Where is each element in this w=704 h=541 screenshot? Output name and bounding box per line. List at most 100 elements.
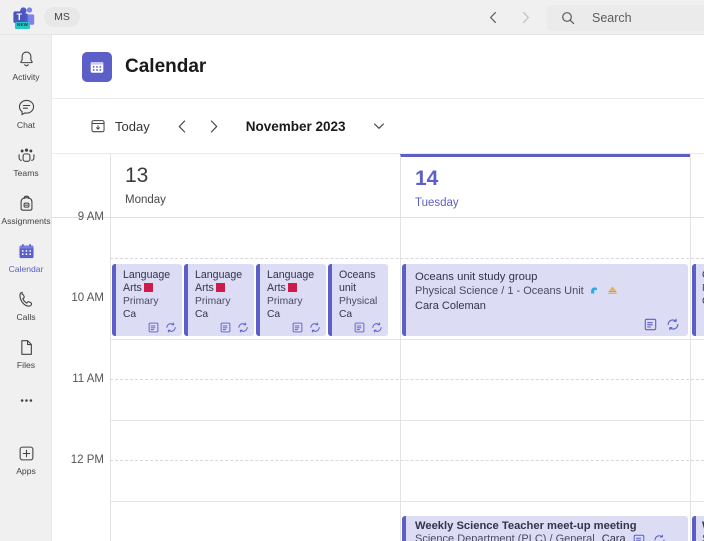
sidebar-item-chat[interactable]: Chat	[0, 89, 52, 137]
forward-button[interactable]	[516, 9, 534, 27]
sidebar-label-calendar: Calendar	[8, 263, 44, 274]
event-subtitle: Primary	[123, 296, 159, 307]
people-icon	[15, 145, 37, 167]
event-title: Oceans unit study group	[415, 271, 538, 283]
notes-icon[interactable]	[633, 534, 645, 541]
day-name: Tuesday	[415, 197, 459, 209]
half-hour-line	[110, 460, 704, 461]
sidebar-label-files: Files	[16, 359, 36, 370]
calendar-app-icon	[82, 51, 112, 82]
sidebar-item-calls[interactable]: Calls	[0, 281, 52, 329]
recurring-icon[interactable]	[237, 322, 249, 333]
beach-icon	[607, 285, 618, 296]
event-icons	[220, 322, 249, 333]
month-label: November 2023	[245, 118, 346, 134]
sidebar-item-teams[interactable]: Teams	[0, 137, 52, 185]
day-header-tuesday[interactable]: 14 Tuesday	[400, 154, 690, 218]
event-organizer: Ca	[195, 309, 209, 320]
hour-line	[110, 501, 704, 502]
sidebar-item-calendar[interactable]: Calendar	[0, 233, 52, 281]
notes-icon[interactable]	[644, 318, 657, 331]
calendar-content: Calendar Today November 2023 13 Monday 1…	[52, 35, 704, 541]
calendar-body: 9 AM 10 AM 11 AM 12 PM Language Arts Pri…	[52, 211, 704, 541]
month-picker-button[interactable]	[372, 119, 386, 133]
account-initials-label: MS	[54, 11, 70, 23]
month-navigation: November 2023	[175, 119, 386, 134]
calendar-event[interactable]: Weekly Science Teacher meet-up meeting S…	[402, 516, 688, 541]
bell-icon	[15, 49, 37, 71]
back-button[interactable]	[484, 9, 502, 27]
event-icons	[633, 534, 666, 541]
recurring-icon[interactable]	[309, 322, 321, 333]
notes-icon[interactable]	[220, 322, 231, 333]
red-square-icon	[143, 283, 153, 292]
sidebar-item-apps[interactable]: Apps	[0, 435, 52, 483]
calendar-event[interactable]: W S	[692, 516, 704, 541]
calendar-event[interactable]: Language Arts Primary Ca	[112, 264, 182, 336]
calendar-icon	[15, 241, 37, 263]
sidebar-item-more[interactable]	[0, 377, 52, 425]
chevron-left-icon	[489, 12, 496, 23]
day-header-strip: 13 Monday 14 Tuesday W	[52, 154, 704, 218]
page-title: Calendar	[125, 55, 207, 77]
svg-text:T: T	[16, 12, 22, 22]
event-organizer: Ca	[267, 309, 281, 320]
calendar-grid: 13 Monday 14 Tuesday W	[52, 154, 704, 541]
sidebar-label-teams: Teams	[13, 167, 39, 178]
chevron-right-icon	[210, 119, 218, 133]
event-icons	[644, 318, 680, 331]
calendar-event[interactable]: Language Arts Primary Ca	[256, 264, 326, 336]
recurring-icon[interactable]	[666, 318, 680, 331]
time-label: 9 AM	[77, 211, 104, 223]
event-subtitle: Science Department (PLC) / General	[415, 533, 595, 541]
recurring-icon[interactable]	[165, 322, 177, 333]
sidebar-label-activity: Activity	[12, 71, 40, 82]
event-title: Oceans unit	[339, 269, 376, 294]
recurring-icon[interactable]	[371, 322, 383, 333]
day-name: Monday	[125, 194, 166, 206]
account-initials-pill[interactable]: MS	[44, 7, 80, 27]
chat-icon	[15, 97, 37, 119]
day-number: 14	[415, 167, 439, 190]
day-header-wednesday[interactable]: W	[690, 154, 704, 218]
recurring-icon[interactable]	[653, 534, 666, 541]
today-icon	[91, 120, 105, 133]
time-label: 12 PM	[70, 454, 104, 466]
sidebar-label-apps: Apps	[16, 465, 36, 476]
new-badge: NEW	[15, 22, 31, 29]
today-button[interactable]: Today	[90, 118, 150, 134]
backpack-icon	[15, 193, 37, 215]
app-rail: Activity Chat Teams Assignments Calendar…	[0, 35, 52, 541]
event-subtitle: Primary	[195, 296, 231, 307]
day-header-monday[interactable]: 13 Monday	[110, 154, 400, 218]
event-subtitle: Physical	[339, 296, 378, 307]
calendar-toolbar: Today November 2023	[52, 99, 704, 154]
event-organizer: Cara	[601, 533, 626, 541]
day-number: 13	[125, 164, 149, 187]
phone-icon	[15, 289, 37, 311]
sidebar-item-files[interactable]: Files	[0, 329, 52, 377]
sidebar-item-activity[interactable]: Activity	[0, 41, 52, 89]
search-bar[interactable]: Search	[547, 5, 704, 31]
notes-icon[interactable]	[292, 322, 303, 333]
event-icons	[354, 322, 383, 333]
event-subtitle: Physical Science / 1 - Oceans Unit	[415, 285, 584, 297]
next-month-button[interactable]	[206, 119, 221, 134]
sidebar-item-assignments[interactable]: Assignments	[0, 185, 52, 233]
search-icon	[562, 12, 575, 25]
calendar-event[interactable]: O P C	[692, 264, 704, 336]
chevron-right-icon	[522, 12, 529, 23]
notes-icon[interactable]	[354, 322, 365, 333]
chevron-left-icon	[178, 119, 185, 133]
notes-icon[interactable]	[148, 322, 159, 333]
calendar-event[interactable]: Oceans unit study group Physical Science…	[402, 264, 688, 336]
event-organizer: Ca	[123, 309, 137, 320]
red-square-icon	[287, 283, 297, 292]
plus-box-icon	[15, 443, 37, 465]
calendar-event[interactable]: Language Arts Primary Ca	[184, 264, 254, 336]
event-icons	[292, 322, 321, 333]
search-input[interactable]: Search	[592, 11, 632, 25]
event-organizer: Ca	[339, 309, 353, 320]
prev-month-button[interactable]	[175, 119, 190, 134]
calendar-event[interactable]: Oceans unit Physical Ca	[328, 264, 388, 336]
